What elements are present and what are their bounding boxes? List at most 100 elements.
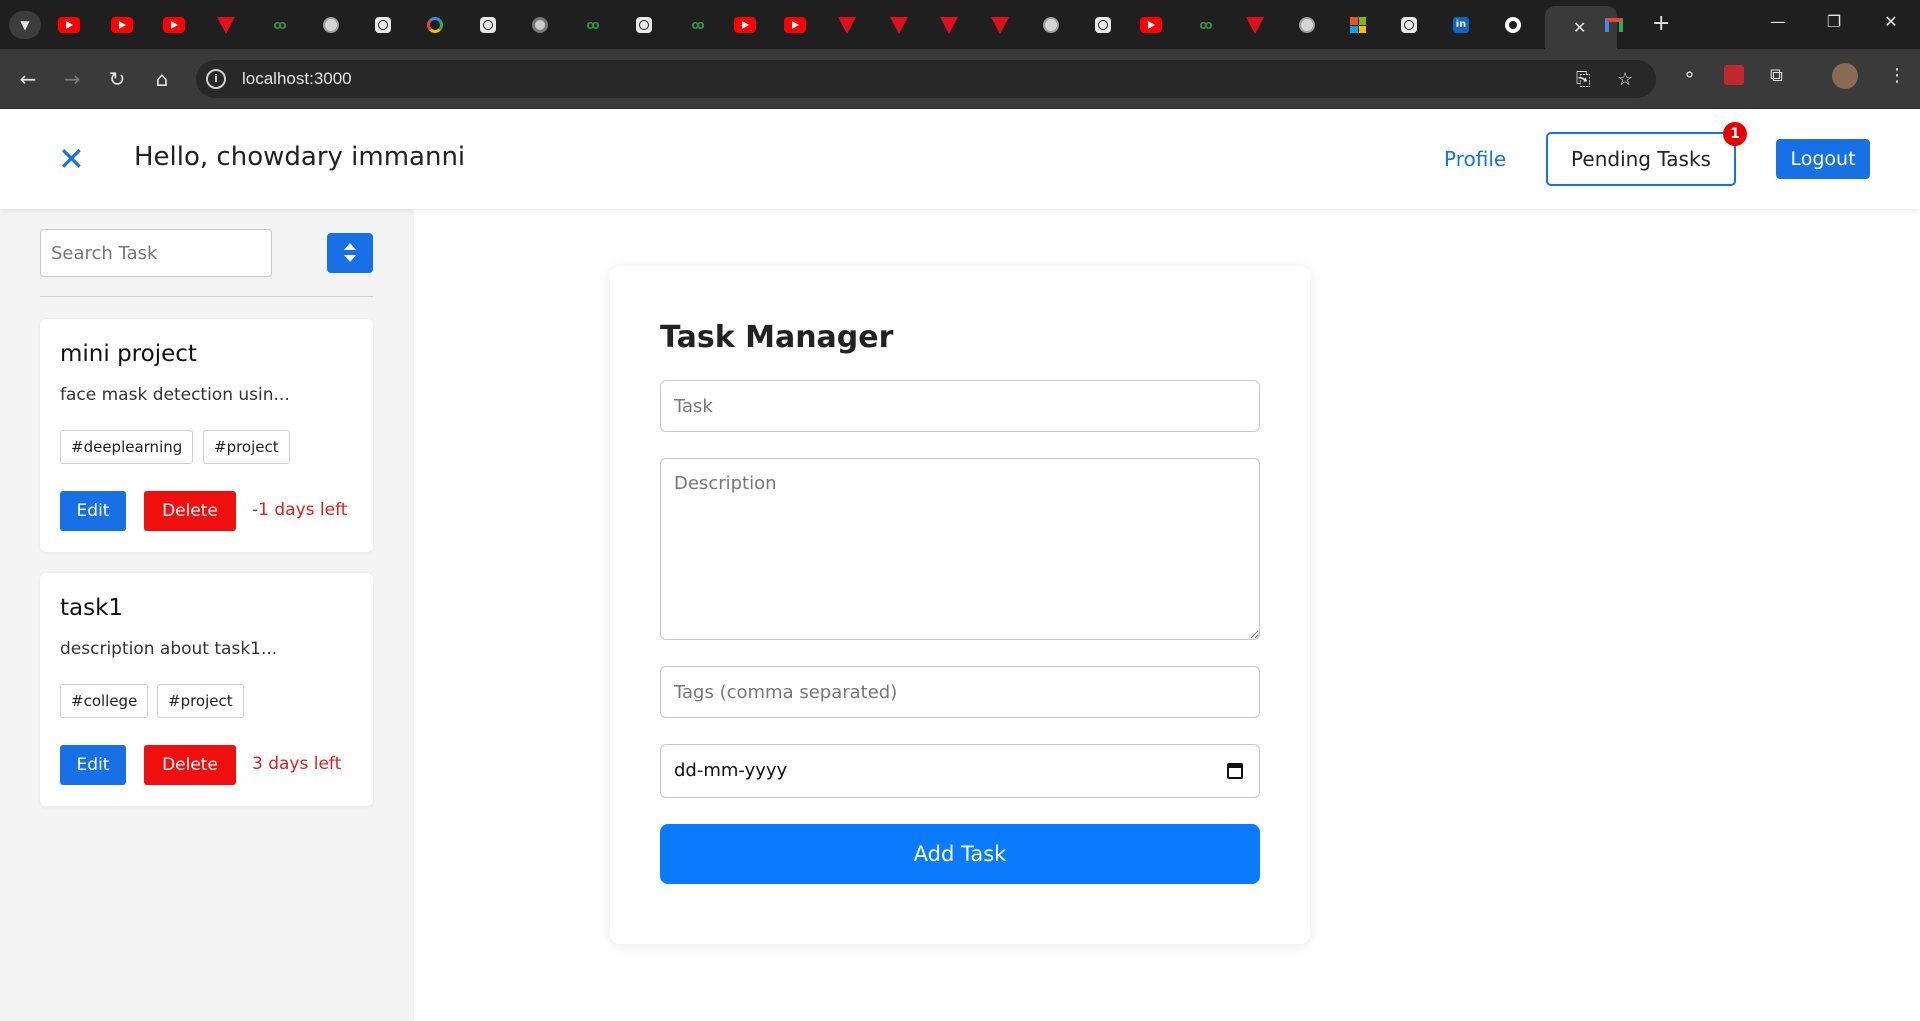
tab[interactable] <box>105 8 139 42</box>
profile-avatar[interactable] <box>1832 63 1858 89</box>
tab[interactable]: ꝏ <box>1188 8 1222 42</box>
forward-icon[interactable]: → <box>58 65 86 93</box>
home-icon[interactable]: ⌂ <box>148 65 176 93</box>
tab[interactable] <box>1392 8 1426 42</box>
app-header: ✕ Hello, chowdary immanni Profile Pendin… <box>0 109 1920 209</box>
triangle-logo-icon <box>991 16 1009 34</box>
greeting: Hello, chowdary immanni <box>134 142 466 172</box>
tab[interactable]: ꝏ <box>575 8 609 42</box>
restore-icon[interactable]: ❐ <box>1822 12 1846 31</box>
tab[interactable] <box>882 8 916 42</box>
chatgpt-icon <box>636 17 652 33</box>
tab[interactable] <box>523 8 557 42</box>
reload-icon[interactable]: ↻ <box>103 65 131 93</box>
gfg-icon: ꝏ <box>273 18 286 32</box>
tab[interactable]: ꝏ <box>262 8 296 42</box>
site-info-icon[interactable]: i <box>206 69 226 89</box>
task-tag: #project <box>203 430 290 464</box>
task-description: description about task1... <box>60 639 278 659</box>
delete-button[interactable]: Delete <box>144 745 236 785</box>
tab[interactable] <box>209 8 243 42</box>
github-icon <box>1505 17 1521 33</box>
delete-button[interactable]: Delete <box>144 491 236 531</box>
tab[interactable] <box>728 8 762 42</box>
tab[interactable] <box>830 8 864 42</box>
chrome-icon <box>532 17 548 33</box>
tab[interactable] <box>983 8 1017 42</box>
pending-count-badge: 1 <box>1723 122 1747 146</box>
add-task-button[interactable]: Add Task <box>660 824 1260 884</box>
tab[interactable]: in <box>1444 8 1478 42</box>
new-tab-button[interactable]: + <box>1652 12 1670 36</box>
tab[interactable] <box>1496 8 1530 42</box>
tab[interactable] <box>52 8 86 42</box>
tab[interactable] <box>366 8 400 42</box>
tab[interactable] <box>471 8 505 42</box>
tab[interactable] <box>418 8 452 42</box>
close-tab-icon[interactable]: ✕ <box>1573 18 1586 37</box>
chatgpt-icon <box>1095 17 1111 33</box>
gfg-icon: ꝏ <box>691 18 704 32</box>
due-date-input[interactable]: dd-mm-yyyy <box>660 744 1260 798</box>
google-icon <box>427 17 443 33</box>
globe-icon <box>323 17 339 33</box>
chatgpt-icon <box>480 17 496 33</box>
logout-button[interactable]: Logout <box>1776 139 1870 179</box>
youtube-icon <box>111 17 133 33</box>
triangle-logo-icon <box>217 16 235 34</box>
tab[interactable] <box>157 8 191 42</box>
edit-button[interactable]: Edit <box>60 745 126 785</box>
url-text[interactable]: localhost:3000 <box>242 69 352 89</box>
task-input[interactable] <box>660 380 1260 432</box>
tab-search-button[interactable]: ▼ <box>9 11 41 39</box>
task-tag: #deeplearning <box>60 430 194 464</box>
tab[interactable] <box>932 8 966 42</box>
browser-tab-bar: ▼ ꝏ ꝏ ꝏ ꝏ in ✕ + — ❐ ✕ <box>0 0 1920 49</box>
puzzle-icon[interactable]: ⧉ <box>1770 65 1783 86</box>
task-title: task1 <box>60 595 124 621</box>
globe-icon <box>1299 17 1315 33</box>
tab[interactable] <box>1597 8 1631 42</box>
calendar-icon[interactable] <box>1227 763 1243 779</box>
microsoft-icon <box>1350 17 1366 33</box>
edit-button[interactable]: Edit <box>60 491 126 531</box>
more-menu-icon[interactable]: ⋮ <box>1888 65 1906 86</box>
task-card: task1 description about task1... #colleg… <box>40 573 373 806</box>
tab[interactable] <box>1086 8 1120 42</box>
tab[interactable] <box>1134 8 1168 42</box>
tab[interactable] <box>778 8 812 42</box>
minimize-icon[interactable]: — <box>1766 12 1790 31</box>
window-close-icon[interactable]: ✕ <box>1879 12 1903 31</box>
tab[interactable] <box>1290 8 1324 42</box>
profile-link[interactable]: Profile <box>1444 147 1506 171</box>
description-textarea[interactable] <box>660 458 1260 640</box>
task-card: mini project face mask detection usin...… <box>40 319 373 552</box>
extension-red-icon[interactable] <box>1724 65 1744 85</box>
tab[interactable]: ꝏ <box>680 8 714 42</box>
back-icon[interactable]: ← <box>14 65 42 93</box>
tab[interactable] <box>1238 8 1272 42</box>
gfg-icon: ꝏ <box>1199 18 1212 32</box>
pending-tasks-button[interactable]: Pending Tasks <box>1546 132 1736 186</box>
address-bar[interactable]: i localhost:3000 ⎘ ☆ <box>196 60 1656 98</box>
chatgpt-icon <box>375 17 391 33</box>
tab[interactable] <box>627 8 661 42</box>
sort-toggle-button[interactable] <box>327 233 373 273</box>
install-app-icon[interactable]: ⎘ <box>1576 69 1590 90</box>
task-description: face mask detection usin... <box>60 385 290 405</box>
gmail-icon <box>1605 18 1623 32</box>
chevron-down-icon: ▼ <box>20 18 30 32</box>
bookmark-star-icon[interactable]: ☆ <box>1617 69 1633 90</box>
tab[interactable] <box>1034 8 1068 42</box>
tab[interactable] <box>1341 8 1375 42</box>
triangle-logo-icon <box>890 16 908 34</box>
youtube-icon <box>163 17 185 33</box>
extension-icon[interactable]: ⚬ <box>1682 65 1697 86</box>
date-placeholder: dd-mm-yyyy <box>674 760 788 781</box>
days-left-label: 3 days left <box>252 754 342 774</box>
tags-input[interactable] <box>660 666 1260 718</box>
days-left-label: -1 days left <box>252 500 348 520</box>
tab[interactable] <box>314 8 348 42</box>
close-sidebar-icon[interactable]: ✕ <box>58 143 85 175</box>
search-input[interactable] <box>40 229 272 277</box>
